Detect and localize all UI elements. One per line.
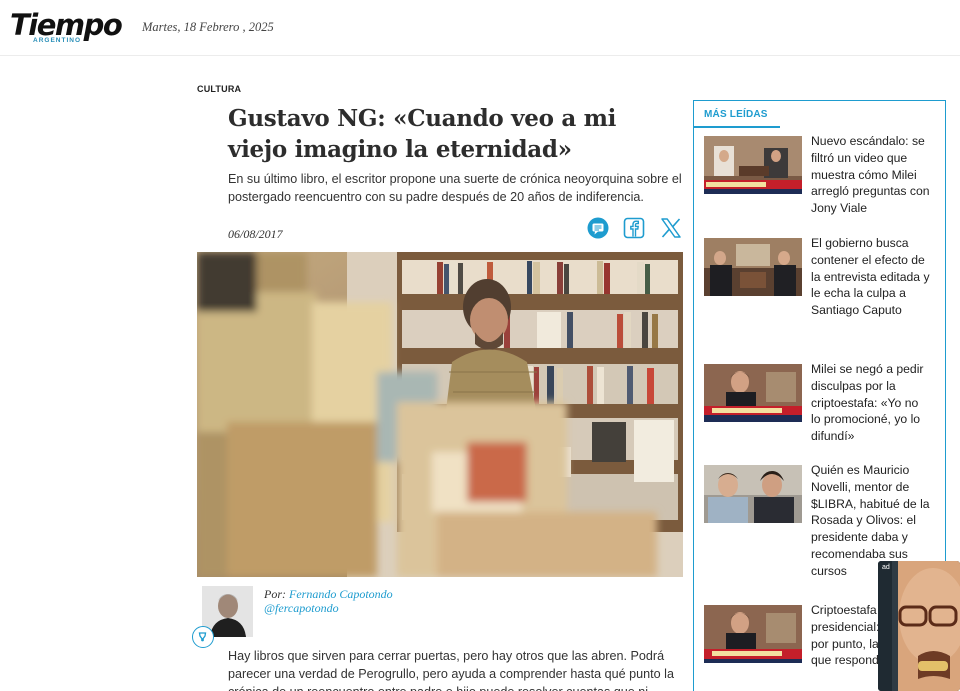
- section-label[interactable]: CULTURA: [197, 84, 241, 94]
- author-name-link[interactable]: Fernando Capotondo: [289, 587, 393, 601]
- x-twitter-icon[interactable]: [659, 216, 683, 240]
- author-badge-icon: [192, 626, 214, 648]
- floating-video-ad[interactable]: ad: [878, 561, 960, 691]
- article-title: Gustavo NG: «Cuando veo a mi viejo imagi…: [228, 105, 617, 163]
- site-header: Tiempo ARGENTINO Martes, 18 Febrero , 20…: [0, 0, 960, 56]
- most-read-thumb-1[interactable]: [704, 136, 802, 194]
- ad-label: ad: [882, 564, 890, 571]
- most-read-title: MÁS LEÍDAS: [704, 109, 768, 120]
- comment-icon[interactable]: [586, 216, 610, 240]
- most-read-thumb-3[interactable]: [704, 364, 802, 422]
- publish-date: 06/08/2017: [228, 227, 283, 241]
- author-twitter-handle[interactable]: @fercapotondo: [264, 601, 339, 616]
- article-subtitle: En su último libro, el escritor propone …: [228, 172, 682, 204]
- most-read-thumb-4[interactable]: [704, 465, 802, 523]
- most-read-text-3[interactable]: Milei se negó a pedir disculpas por la c…: [811, 361, 931, 445]
- most-read-thumb-5[interactable]: [704, 605, 802, 663]
- most-read-text-2[interactable]: El gobierno busca contener el efecto de …: [811, 235, 931, 319]
- byline-label: Por:: [264, 587, 286, 601]
- article-hero-image: [197, 252, 683, 577]
- author-byline: Por: Fernando Capotondo: [264, 587, 393, 602]
- logo-subtitle: ARGENTINO: [33, 37, 81, 44]
- most-read-text-1[interactable]: Nuevo escándalo: se filtró un video que …: [811, 133, 931, 217]
- article-body: Hay libros que sirven para cerrar puerta…: [228, 649, 674, 691]
- most-read-thumb-2[interactable]: [704, 238, 802, 296]
- most-read-header: MÁS LEÍDAS: [694, 101, 780, 128]
- current-date: Martes, 18 Febrero , 2025: [142, 20, 274, 34]
- site-logo[interactable]: Tiempo ARGENTINO: [10, 8, 123, 48]
- facebook-icon[interactable]: [622, 216, 646, 240]
